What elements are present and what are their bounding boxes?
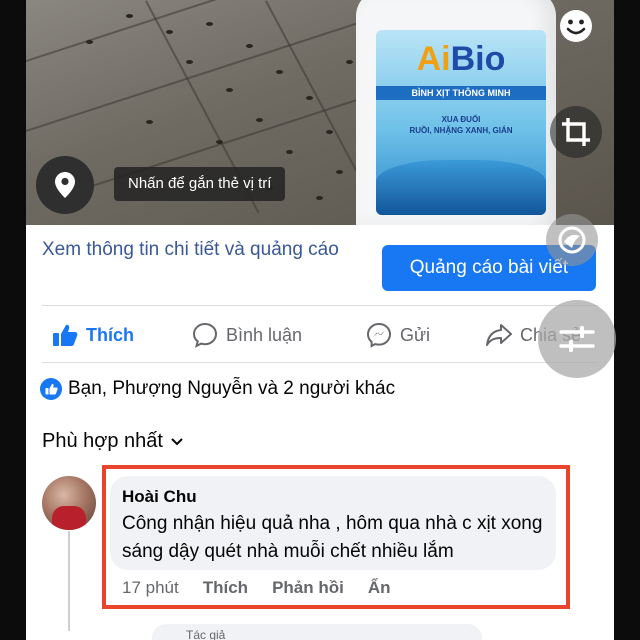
product-wave-graphic xyxy=(376,160,546,215)
location-pin-button[interactable] xyxy=(36,156,94,214)
divider xyxy=(42,305,598,306)
send-button[interactable]: Gửi xyxy=(366,312,430,358)
product-brand: AiBio xyxy=(416,40,506,78)
reply-thread-line xyxy=(68,531,70,631)
product-label: AiBio BÌNH XỊT THÔNG MINH XUA ĐUỔI RUỒI,… xyxy=(376,30,546,215)
location-tag-hint[interactable]: Nhấn để gắn thẻ vị trí xyxy=(114,167,286,201)
avatar[interactable] xyxy=(42,476,96,530)
highlight-box xyxy=(102,465,570,609)
filter-icon xyxy=(558,226,586,254)
messenger-icon xyxy=(366,322,392,348)
product-bottle: AiBio BÌNH XỊT THÔNG MINH XUA ĐUỔI RUỒI,… xyxy=(356,0,556,225)
post-card: AiBio BÌNH XỊT THÔNG MINH XUA ĐUỔI RUỒI,… xyxy=(26,0,614,640)
sticker-tool-button[interactable] xyxy=(550,0,602,52)
product-claims: XUA ĐUỔI RUỒI, NHẶNG XANH, GIÁN xyxy=(409,115,513,135)
like-button[interactable]: Thích xyxy=(52,312,134,358)
like-reaction-icon xyxy=(40,378,62,400)
comment-button[interactable]: Bình luận xyxy=(192,312,302,358)
filter-tool-button[interactable] xyxy=(546,214,598,266)
location-pin-icon xyxy=(55,172,75,198)
crop-icon xyxy=(562,118,590,146)
comment-bubble-icon xyxy=(192,322,218,348)
comment-sort-label: Phù hợp nhất xyxy=(42,430,163,452)
comment-sort-dropdown[interactable]: Phù hợp nhất xyxy=(42,430,183,453)
reactions-summary[interactable]: Bạn, Phượng Nguyễn và 2 người khác xyxy=(40,378,395,400)
chevron-down-icon xyxy=(171,437,183,445)
divider xyxy=(42,362,598,363)
reactions-summary-text: Bạn, Phượng Nguyễn và 2 người khác xyxy=(68,378,396,399)
share-arrow-icon xyxy=(486,324,512,346)
crop-tool-button[interactable] xyxy=(550,106,602,158)
adjust-tool-button[interactable] xyxy=(538,300,616,378)
emoji-sticker-icon xyxy=(560,10,592,42)
product-subtitle: BÌNH XỊT THÔNG MINH xyxy=(376,86,546,100)
like-thumb-icon xyxy=(53,324,78,346)
post-photo[interactable]: AiBio BÌNH XỊT THÔNG MINH XUA ĐUỔI RUỒI,… xyxy=(26,0,614,225)
post-actions-bar: Thích Bình luận Gửi Chia sẻ xyxy=(26,312,614,358)
ad-info-link[interactable]: Xem thông tin chi tiết và quảng cáo xyxy=(42,236,362,264)
author-badge: Tác giả xyxy=(186,628,226,640)
adjust-sliders-icon xyxy=(559,326,595,352)
